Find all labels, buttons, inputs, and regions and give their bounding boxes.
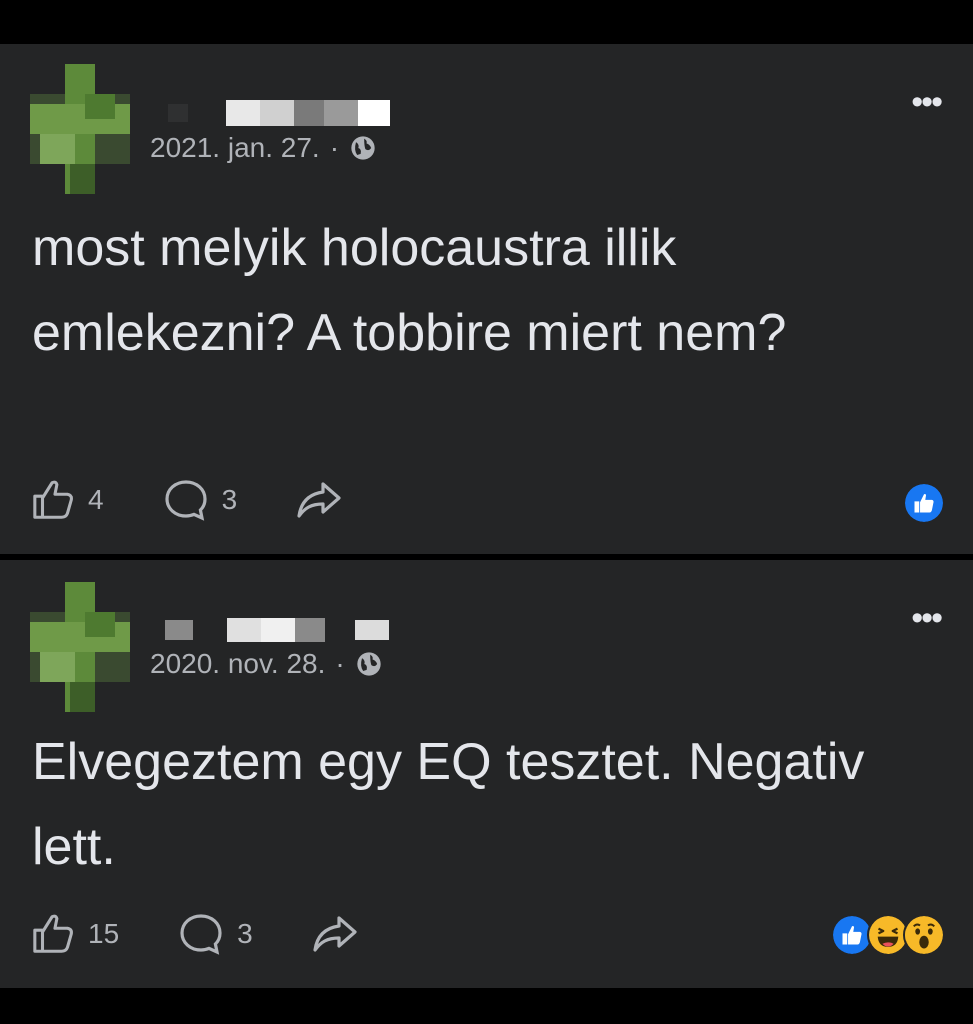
post-meta: 2020. nov. 28. · bbox=[150, 648, 383, 680]
author-name-redacted[interactable] bbox=[168, 100, 390, 126]
post-date[interactable]: 2020. nov. 28. bbox=[150, 648, 325, 680]
thumbs-up-icon bbox=[33, 480, 73, 519]
like-count: 4 bbox=[88, 484, 104, 515]
action-bar: 4 3 bbox=[30, 476, 345, 524]
meta-separator: · bbox=[335, 648, 345, 679]
comment-button[interactable]: 3 bbox=[160, 476, 238, 524]
comment-count: 3 bbox=[221, 484, 238, 515]
author-name-redacted[interactable] bbox=[165, 616, 395, 642]
like-reaction-icon bbox=[903, 482, 945, 524]
globe-icon bbox=[357, 652, 381, 676]
like-count: 15 bbox=[88, 918, 120, 949]
share-icon bbox=[297, 482, 341, 518]
post-date[interactable]: 2021. jan. 27. bbox=[150, 132, 320, 164]
post-card: 2021. jan. 27. · ••• most melyik holocau… bbox=[0, 44, 973, 554]
post-card: 2020. nov. 28. · ••• Elvegeztem egy EQ t… bbox=[0, 560, 973, 988]
reaction-summary[interactable] bbox=[903, 482, 945, 524]
more-options-button[interactable]: ••• bbox=[911, 601, 943, 635]
avatar[interactable] bbox=[30, 64, 130, 194]
meta-separator: · bbox=[329, 132, 340, 163]
avatar[interactable] bbox=[30, 582, 130, 712]
comment-icon bbox=[180, 914, 222, 955]
post-meta: 2021. jan. 27. · bbox=[150, 132, 377, 164]
post-text: Elvegeztem egy EQ tesztet. Negativ lett. bbox=[32, 733, 865, 876]
share-icon bbox=[313, 916, 357, 952]
action-bar: 15 3 bbox=[30, 910, 361, 958]
share-button[interactable] bbox=[309, 910, 361, 958]
wow-reaction-icon bbox=[903, 914, 945, 956]
comment-count: 3 bbox=[237, 918, 253, 949]
post-text: most melyik holocaustra illik emlekezni?… bbox=[32, 219, 787, 362]
thumbs-up-icon bbox=[33, 914, 73, 953]
reaction-summary[interactable] bbox=[831, 914, 945, 956]
share-button[interactable] bbox=[293, 476, 345, 524]
comment-button[interactable]: 3 bbox=[175, 910, 253, 958]
comment-icon bbox=[164, 480, 207, 521]
like-button[interactable]: 4 bbox=[30, 477, 104, 523]
more-options-button[interactable]: ••• bbox=[911, 85, 943, 119]
like-button[interactable]: 15 bbox=[30, 911, 119, 957]
globe-icon bbox=[351, 136, 375, 160]
